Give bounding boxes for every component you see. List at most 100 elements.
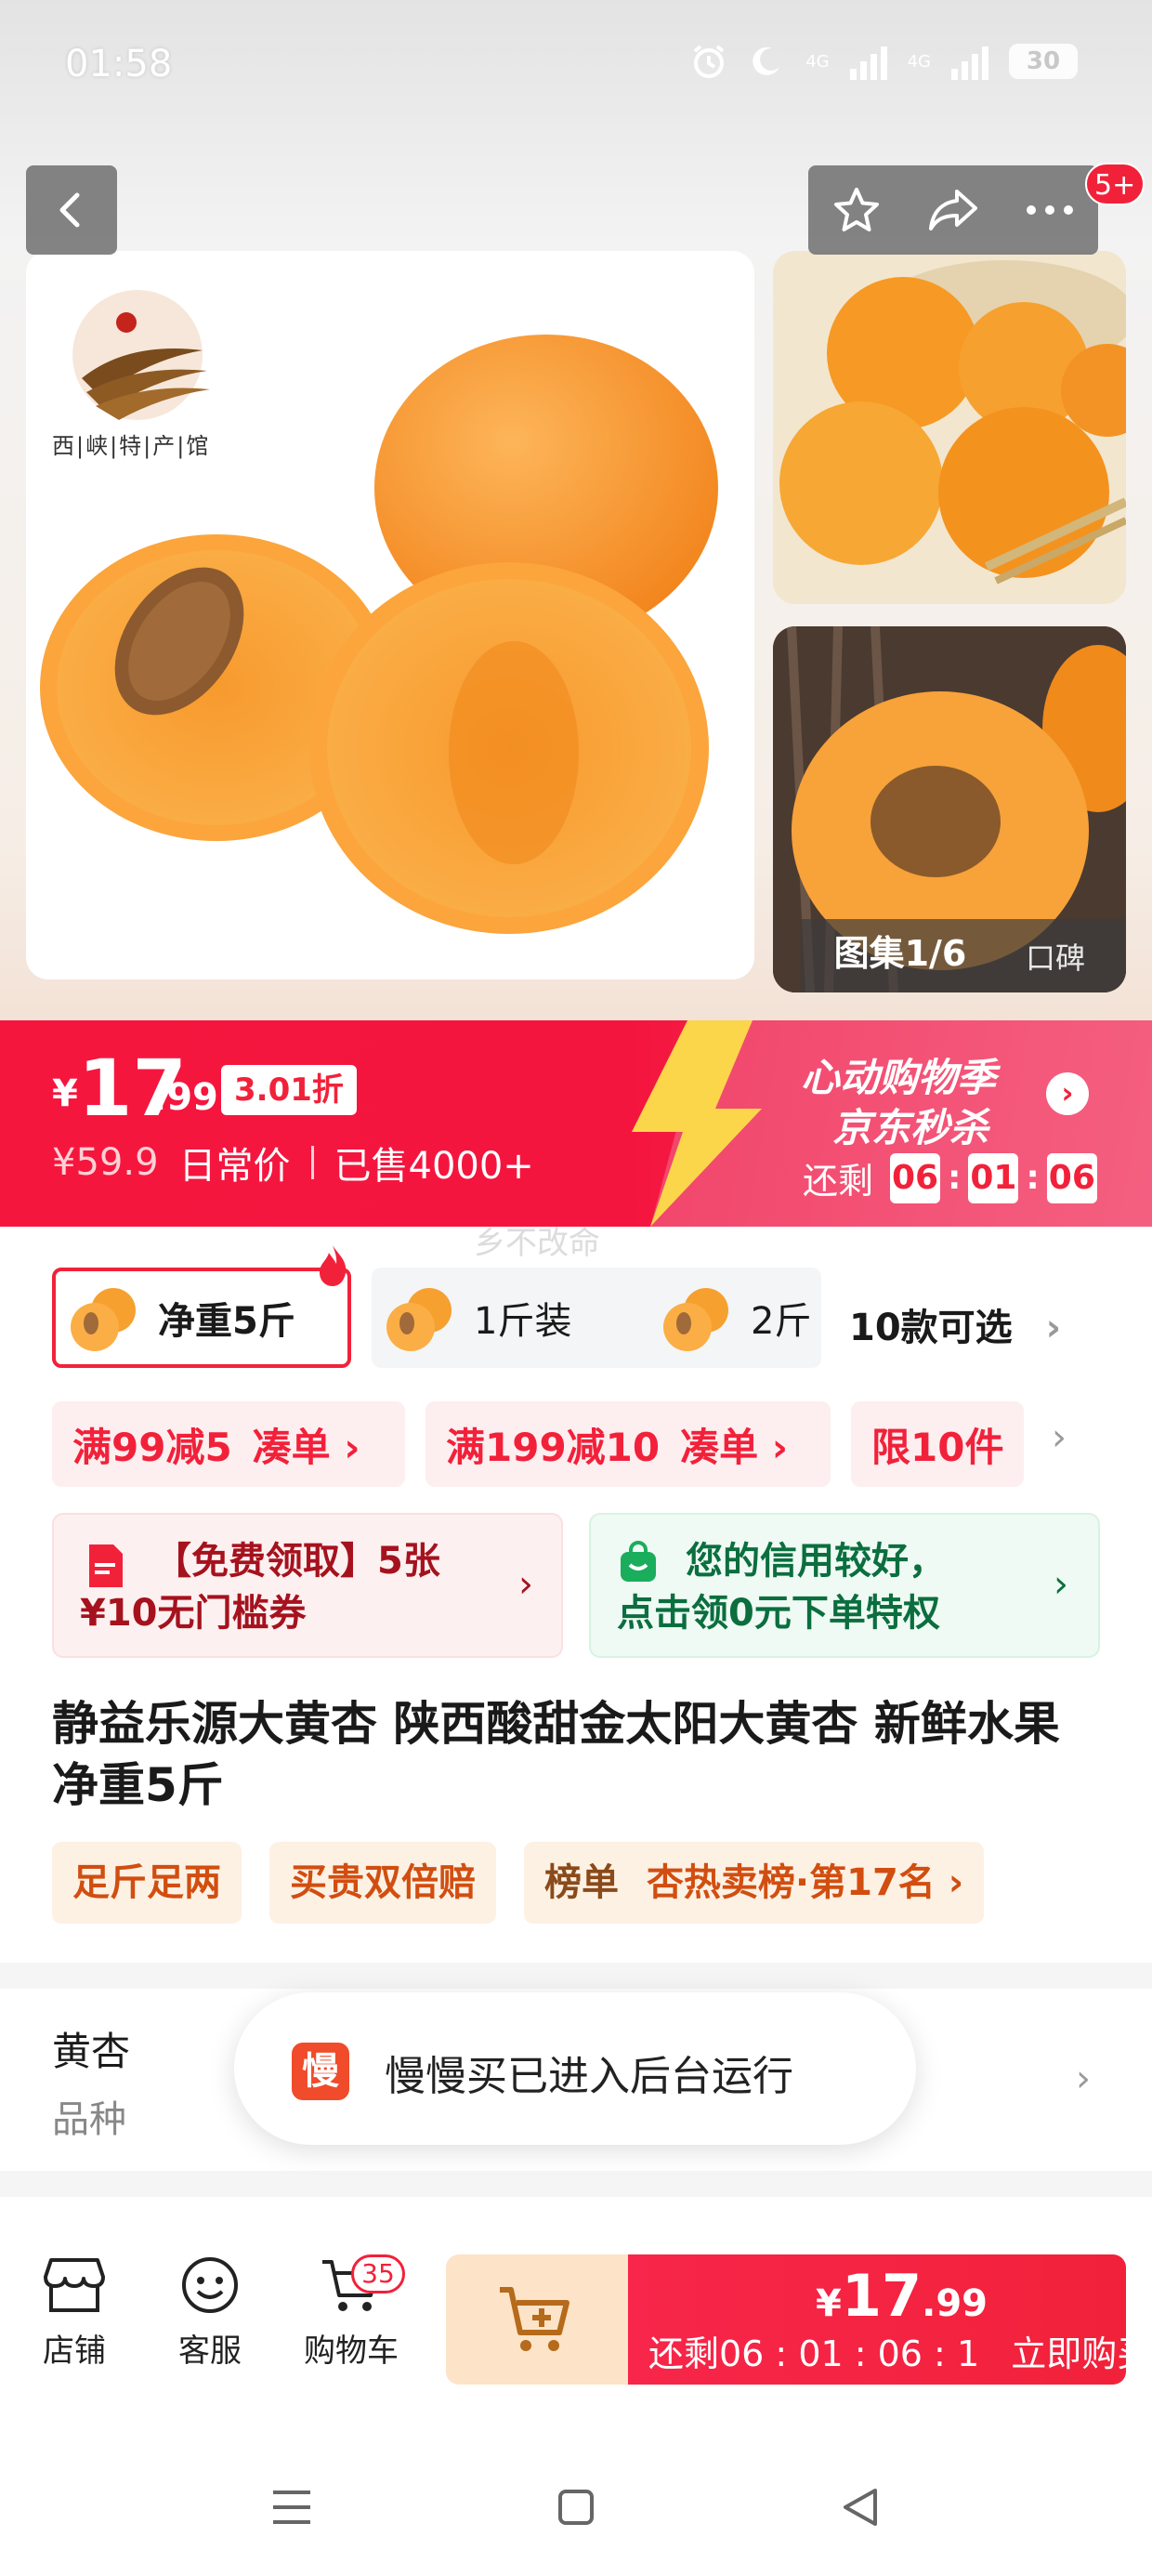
buy-decimal: .99 <box>922 2282 988 2325</box>
back-triangle-icon[interactable] <box>842 2487 879 2528</box>
buy-currency: ¥ <box>816 2282 842 2325</box>
promo-subtitle: 京东秒杀 <box>832 1105 989 1150</box>
countdown-seconds: 06 <box>1046 1152 1097 1203</box>
thumbnail-image-1[interactable] <box>773 251 1126 604</box>
countdown-minutes: 01 <box>968 1152 1019 1203</box>
buy-now-button[interactable]: ¥17.99 还剩06 : 01 : 06 : 1 立即购买 <box>628 2254 1152 2385</box>
product-title: 静益乐源大黄杏 陕西酸甜金太阳大黄杏 新鲜水果 净重5斤 <box>52 1697 1060 1812</box>
variant-thumbnail <box>386 1288 452 1351</box>
discount-badge: 3.01折 <box>221 1065 357 1115</box>
buy-price: ¥17.99 <box>816 2262 988 2330</box>
credit-line1: 您的信用较好， <box>686 1540 946 1583</box>
shop-button[interactable]: 店铺 <box>19 2254 130 2371</box>
buy-integer: 17 <box>841 2262 923 2330</box>
status-time: 01:58 <box>65 43 173 85</box>
app-icon: 慢 <box>292 2043 349 2100</box>
credit-privilege-text: 您的信用较好， 点击领0元下单特权 <box>617 1535 946 1639</box>
header-actions <box>808 165 1098 255</box>
background-run-toast: 慢 慢慢买已进入后台运行 <box>234 1992 916 2145</box>
credit-privilege-card[interactable]: 您的信用较好， 点击领0元下单特权 › <box>589 1513 1100 1658</box>
chevron-right-icon: › <box>1045 1307 1062 1349</box>
ranking-text: 杏热卖榜·第17名 › <box>646 1861 964 1904</box>
original-price: ¥59.9 <box>52 1141 159 1184</box>
chat-face-icon <box>182 2257 238 2313</box>
share-button[interactable] <box>916 173 990 247</box>
toast-message: 慢慢买已进入后台运行 <box>385 2053 793 2100</box>
watermark-label: 口碑 <box>1026 940 1086 976</box>
coupon-icon <box>89 1544 123 1587</box>
variant-label: 1斤装 <box>474 1300 572 1343</box>
ranking-tag[interactable]: 榜单 杏热卖榜·第17名 › <box>524 1842 985 1924</box>
more-button[interactable] <box>1013 173 1087 247</box>
variant-label: 2斤 <box>751 1300 812 1343</box>
message-badge: 5+ <box>1085 163 1145 205</box>
coupon-amount: 满99减5 <box>72 1424 232 1470</box>
gallery-counter[interactable]: 图集1/6 <box>803 926 998 981</box>
section-divider <box>0 2171 1152 2197</box>
chevron-right-icon: › <box>1054 1563 1068 1606</box>
free-coupon-line2: ¥10无门槛券 <box>80 1592 307 1635</box>
add-cart-icon <box>500 2287 569 2351</box>
free-coupon-line1: 【免费领取】5张 <box>154 1540 440 1583</box>
free-coupon-text: 【免费领取】5张 ¥10无门槛券 <box>80 1535 440 1639</box>
shop-label: 店铺 <box>43 2333 106 2370</box>
ranking-prefix: 榜单 <box>544 1861 619 1904</box>
service-label: 客服 <box>178 2333 242 2370</box>
countdown-label: 还剩 <box>803 1161 874 1202</box>
lightning-icon <box>632 1020 762 1227</box>
back-arrow-icon <box>59 192 80 228</box>
coupon-chip[interactable]: 限10件 <box>851 1401 1024 1487</box>
spec-value: 黄杏 <box>52 2029 131 2074</box>
original-price-label: 日常价 <box>178 1145 291 1188</box>
moon-icon <box>753 46 780 75</box>
system-navigation-bar <box>0 2416 1152 2576</box>
more-dots-icon <box>1027 205 1073 215</box>
variant-thumbnail <box>663 1288 728 1351</box>
buy-countdown: 还剩06 : 01 : 06 : 1 <box>648 2333 980 2374</box>
price-currency: ¥ <box>52 1072 78 1115</box>
variant-label: 净重5斤 <box>158 1300 295 1343</box>
variant-option[interactable]: 净重5斤 <box>52 1268 351 1368</box>
hot-flame-icon <box>320 1245 347 1286</box>
price-banner: ¥ 17 .99 3.01折 ¥59.9 日常价 已售4000+ 心动购物季 京… <box>0 1020 1152 1227</box>
shop-logo-text: 西|峡|特|产|馆 <box>52 433 211 459</box>
status-icons: 4G 4G 30 <box>690 43 1078 80</box>
coupons-chevron-icon[interactable]: › <box>1052 1416 1067 1459</box>
cart-count-badge: 35 <box>351 2254 405 2293</box>
favorite-button[interactable] <box>819 173 894 247</box>
signal-icon-2 <box>951 43 988 80</box>
battery-icon: 30 <box>1009 44 1078 79</box>
more-variants-label: 10款可选 <box>849 1307 1013 1349</box>
variant-option[interactable]: 2斤 <box>648 1268 821 1368</box>
credit-line2: 点击领0元下单特权 <box>617 1592 940 1635</box>
menu-icon[interactable] <box>271 2489 312 2526</box>
free-coupon-card[interactable]: 【免费领取】5张 ¥10无门槛券 › <box>52 1513 563 1658</box>
back-button[interactable] <box>26 165 117 255</box>
original-price-row: ¥59.9 日常价 已售4000+ <box>52 1136 534 1189</box>
coupon-amount: 满199减10 <box>446 1424 661 1470</box>
sold-count: 已售4000+ <box>334 1145 534 1188</box>
coupon-action: 凑单 › <box>252 1424 360 1470</box>
coupon-amount: 限10件 <box>871 1424 1004 1470</box>
spec-key: 品种 <box>52 2098 126 2141</box>
status-bar: 01:58 4G 4G 30 <box>0 0 1152 139</box>
main-product-image[interactable]: 西|峡|特|产|馆 <box>26 251 754 979</box>
more-variants-button[interactable]: 10款可选 › <box>849 1297 1061 1351</box>
home-square-icon[interactable] <box>557 2489 595 2526</box>
coupon-action: 凑单 › <box>680 1424 789 1470</box>
apricot-pile-image <box>773 251 1126 604</box>
network-type-label-2: 4G <box>907 51 931 72</box>
alarm-icon <box>693 45 725 78</box>
signal-icon <box>849 43 887 80</box>
service-tag: 买贵双倍赔 <box>269 1842 496 1924</box>
promo-arrow-icon[interactable]: › <box>1046 1072 1089 1115</box>
variant-option[interactable]: 1斤装 <box>372 1268 676 1368</box>
chevron-right-icon: › <box>1076 2057 1091 2100</box>
coupon-chip[interactable]: 满199减10 凑单 › <box>425 1401 831 1487</box>
coupon-chip[interactable]: 满99减5 凑单 › <box>52 1401 405 1487</box>
add-to-cart-button[interactable] <box>446 2254 628 2385</box>
customer-service-button[interactable]: 客服 <box>154 2254 266 2371</box>
section-divider <box>0 1963 1152 1989</box>
divider <box>310 1146 314 1179</box>
ghost-watermark-text: 乡不改命 <box>474 1225 600 1262</box>
